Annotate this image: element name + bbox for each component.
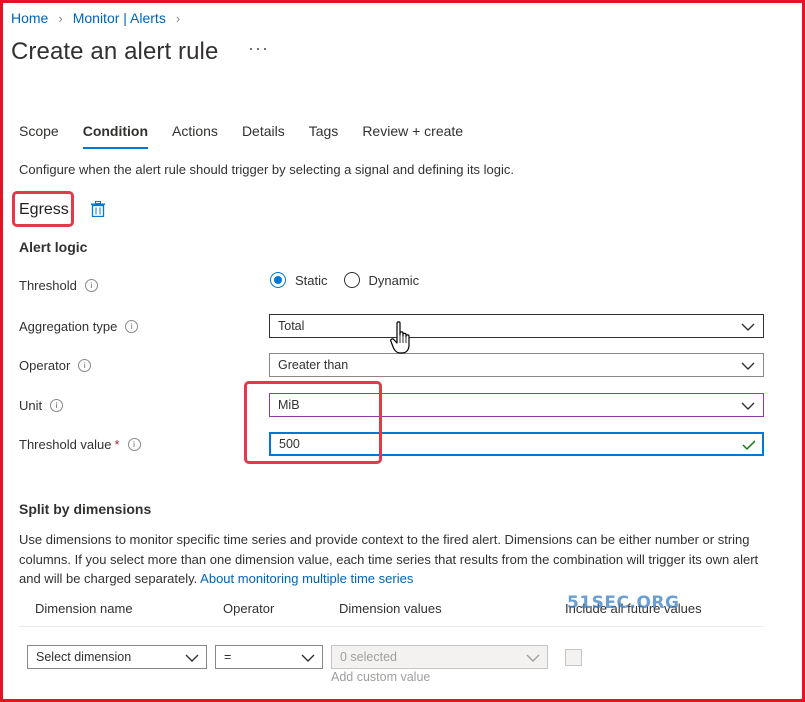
dimension-name-dropdown[interactable]: Select dimension (27, 645, 207, 669)
dynamic-radio-label[interactable]: Dynamic (369, 273, 420, 288)
alert-logic-heading: Alert logic (19, 239, 88, 255)
chevron-down-icon (741, 402, 755, 410)
aggregation-type-dropdown[interactable]: Total (269, 314, 764, 338)
tab-tags[interactable]: Tags (309, 123, 339, 149)
tab-actions[interactable]: Actions (172, 123, 218, 149)
breadcrumb-monitor-alerts[interactable]: Monitor | Alerts (73, 10, 166, 26)
operator-dropdown[interactable]: Greater than (269, 353, 764, 377)
aggregation-type-label-text: Aggregation type (19, 319, 118, 334)
column-header-operator: Operator (223, 601, 275, 616)
dimension-operator-value: = (224, 650, 232, 664)
more-options-icon[interactable]: ··· (248, 38, 269, 59)
chevron-right-icon: › (175, 10, 181, 26)
split-by-dimensions-heading: Split by dimensions (19, 501, 152, 517)
tab-scope[interactable]: Scope (19, 123, 59, 149)
dimension-name-placeholder: Select dimension (36, 650, 132, 664)
tab-review-create[interactable]: Review + create (362, 123, 463, 149)
unit-label: Unit i (19, 398, 64, 413)
tab-condition[interactable]: Condition (82, 123, 149, 149)
checkmark-icon (742, 440, 756, 451)
operator-label: Operator i (19, 358, 92, 373)
dimension-values-dropdown[interactable]: 0 selected (331, 645, 548, 669)
static-radio-label[interactable]: Static (295, 273, 328, 288)
chevron-down-icon (526, 654, 540, 662)
condition-description: Configure when the alert rule should tri… (19, 162, 515, 177)
breadcrumb-home[interactable]: Home (11, 10, 48, 26)
threshold-radio-group: Static Dynamic (270, 272, 419, 288)
divider (19, 626, 764, 627)
threshold-value-label-text: Threshold value (19, 437, 112, 452)
threshold-label-text: Threshold (19, 278, 77, 293)
multiple-time-series-link[interactable]: About monitoring multiple time series (200, 571, 413, 586)
chevron-down-icon (185, 654, 199, 662)
aggregation-type-value: Total (278, 319, 305, 333)
breadcrumb: Home › Monitor | Alerts › (11, 10, 184, 26)
chevron-down-icon (741, 323, 755, 331)
chevron-right-icon: › (58, 10, 63, 26)
page-title: Create an alert rule (11, 38, 219, 65)
info-icon[interactable]: i (50, 399, 64, 412)
include-future-values-checkbox[interactable] (565, 649, 582, 666)
tab-details[interactable]: Details (242, 123, 285, 149)
chevron-down-icon (301, 654, 315, 662)
add-custom-value-hint: Add custom value (331, 670, 431, 684)
split-description: Use dimensions to monitor specific time … (19, 530, 774, 589)
operator-value: Greater than (278, 358, 349, 372)
info-icon[interactable]: i (78, 359, 92, 372)
info-icon[interactable]: i (127, 438, 141, 451)
column-header-dimension-name: Dimension name (35, 601, 133, 616)
operator-label-text: Operator (19, 358, 71, 373)
static-radio[interactable] (270, 272, 286, 288)
column-header-dimension-values: Dimension values (339, 601, 442, 616)
tab-bar: Scope Condition Actions Details Tags Rev… (19, 123, 487, 149)
dimension-values-placeholder: 0 selected (340, 650, 397, 664)
threshold-label: Threshold i (19, 278, 98, 293)
aggregation-type-label: Aggregation type i (19, 319, 139, 334)
threshold-value-label: Threshold value * i (19, 437, 141, 452)
trash-icon[interactable] (91, 201, 105, 217)
signal-name-link[interactable]: Egress (19, 201, 69, 219)
highlight-box (244, 381, 382, 464)
info-icon[interactable]: i (125, 320, 139, 333)
info-icon[interactable]: i (84, 279, 98, 292)
unit-label-text: Unit (19, 398, 43, 413)
required-asterisk: * (114, 437, 120, 452)
dynamic-radio[interactable] (343, 272, 360, 288)
chevron-down-icon (741, 362, 755, 370)
hand-cursor-icon (390, 321, 410, 354)
watermark: 51SEC.ORG (567, 593, 680, 613)
dimension-operator-dropdown[interactable]: = (215, 645, 323, 669)
